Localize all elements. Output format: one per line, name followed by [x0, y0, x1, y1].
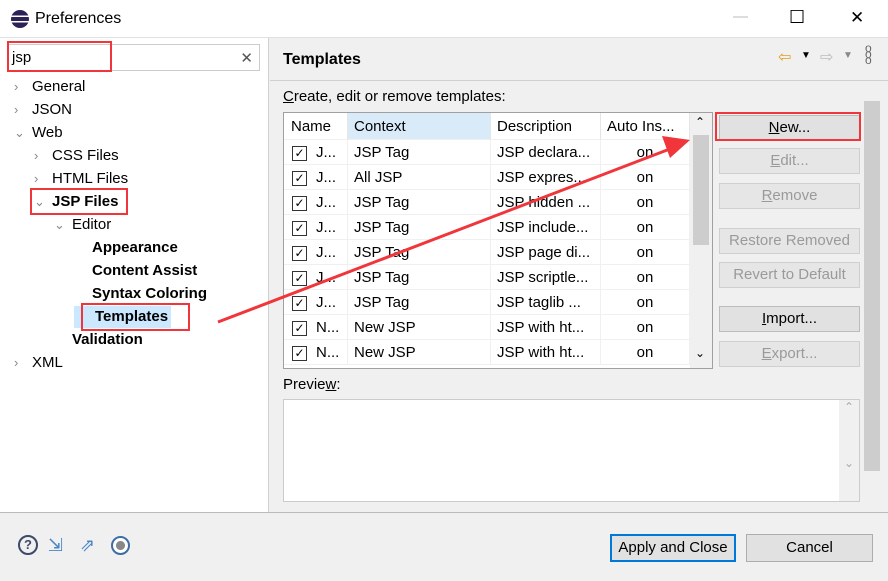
- annotation-box-templates: [81, 303, 190, 331]
- annotation-box-new: [715, 112, 861, 141]
- annotation-layer: [217, 136, 690, 324]
- annotation-box-search: [7, 41, 112, 72]
- annotation-arrowhead: [662, 136, 690, 158]
- annotation-arrow: [217, 145, 676, 324]
- annotation-box-jsp-files: [30, 188, 128, 215]
